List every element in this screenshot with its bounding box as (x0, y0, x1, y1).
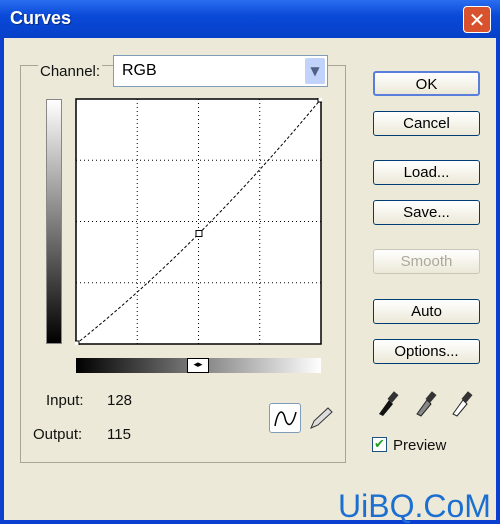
curve-control-point[interactable] (317, 98, 322, 103)
options-button[interactable]: Options... (373, 339, 480, 364)
eyedroppers (379, 391, 473, 417)
gray-eyedropper-icon[interactable] (416, 391, 437, 417)
input-value: 128 (107, 392, 133, 409)
output-gradient-bar (46, 99, 62, 344)
close-icon: ✕ (468, 8, 486, 32)
channel-label: Channel: (38, 63, 103, 80)
gradient-direction-toggle[interactable]: ◂▸ (187, 358, 209, 373)
input-label: Input: (46, 392, 84, 409)
black-eyedropper-icon[interactable] (379, 391, 399, 416)
auto-button[interactable]: Auto (373, 299, 480, 324)
watermark-logo: UiBQ.CoM (338, 488, 491, 524)
white-eyedropper-icon[interactable] (452, 391, 473, 417)
curve-graph[interactable] (75, 98, 322, 345)
dialog-title: Curves (10, 8, 72, 28)
pencil-tool-button[interactable] (305, 403, 337, 433)
output-label: Output: (33, 426, 83, 443)
curves-dialog: Curves ✕ Channel: RGB ▼ ◂▸ Input: 128 Ou… (0, 0, 500, 524)
ok-button[interactable]: OK (373, 71, 480, 96)
load-button[interactable]: Load... (373, 160, 480, 185)
cancel-button[interactable]: Cancel (373, 111, 480, 136)
curve-tool-button[interactable] (269, 403, 301, 433)
smooth-button: Smooth (373, 249, 480, 274)
channel-select[interactable]: RGB ▼ (113, 55, 328, 87)
save-button[interactable]: Save... (373, 200, 480, 225)
pencil-icon (310, 407, 333, 429)
output-value: 115 (107, 426, 131, 443)
curve-control-point[interactable] (195, 230, 203, 238)
preview-checkbox[interactable]: ✔ (372, 437, 387, 452)
close-button[interactable]: ✕ (463, 6, 491, 33)
title-bar[interactable]: Curves ✕ (0, 0, 500, 38)
curve-tool-icon (274, 411, 297, 427)
channel-value: RGB (122, 62, 157, 79)
chevron-down-icon[interactable]: ▼ (305, 58, 325, 84)
curve-control-point[interactable] (75, 340, 80, 345)
preview-label: Preview (393, 437, 447, 454)
